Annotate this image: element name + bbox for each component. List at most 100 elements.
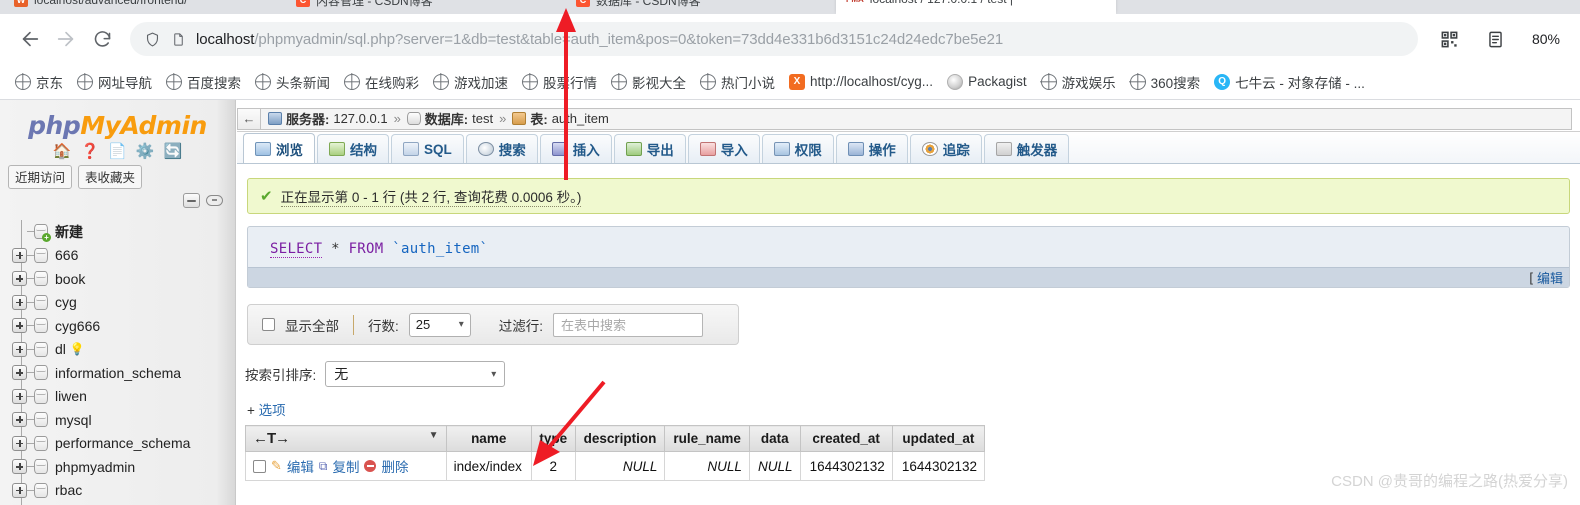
expand-icon[interactable] bbox=[12, 482, 27, 498]
db-tree-item[interactable]: performance_schema bbox=[12, 432, 235, 456]
db-tree-item[interactable]: dl 💡 bbox=[12, 338, 235, 362]
forward-arrow-icon[interactable] bbox=[48, 21, 84, 57]
help-icon[interactable]: ❓ bbox=[80, 144, 99, 159]
sql-query-text[interactable]: SELECT * FROM `auth_item` bbox=[248, 227, 1569, 258]
options-toggle-link[interactable]: + 选项 bbox=[247, 399, 1580, 419]
db-tree-item[interactable]: 666 bbox=[12, 244, 235, 268]
tab-search[interactable]: 搜索 bbox=[465, 134, 538, 163]
link-icon[interactable] bbox=[206, 195, 223, 206]
row-edit-link[interactable]: 编辑 bbox=[287, 456, 314, 476]
row-copy-link[interactable]: 复制 bbox=[332, 456, 359, 476]
table-header-name[interactable]: name bbox=[445, 425, 532, 452]
tab-tracking[interactable]: 追踪 bbox=[909, 134, 982, 163]
db-tree-item-new[interactable]: 新建 bbox=[12, 220, 235, 244]
db-tree-item[interactable]: phpmyadmin bbox=[12, 455, 235, 479]
tab-favorites[interactable]: 表收藏夹 bbox=[78, 165, 143, 189]
expand-icon[interactable] bbox=[12, 365, 27, 381]
breadcrumb-table-value[interactable]: auth_item bbox=[552, 111, 609, 126]
bookmark-item[interactable]: 百度搜索 bbox=[159, 69, 248, 95]
db-tree-item[interactable]: cyg666 bbox=[12, 314, 235, 338]
qrcode-icon[interactable] bbox=[1432, 21, 1468, 57]
document-icon[interactable] bbox=[171, 31, 186, 48]
tab-structure[interactable]: 结构 bbox=[317, 134, 389, 163]
table-header-data[interactable]: data bbox=[748, 425, 801, 452]
collapse-icon[interactable] bbox=[183, 193, 200, 208]
sql-star: * bbox=[331, 241, 340, 257]
database-icon bbox=[34, 365, 48, 381]
row-delete-link[interactable]: 删除 bbox=[381, 456, 408, 476]
tab-operations[interactable]: 操作 bbox=[835, 134, 908, 163]
expand-icon[interactable] bbox=[12, 271, 27, 287]
back-arrow-icon[interactable] bbox=[12, 21, 48, 57]
bookmark-item[interactable]: Q 七牛云 - 对象存储 - ... bbox=[1207, 69, 1372, 95]
browser-tab[interactable]: C 内容管理 - CSDN博客 bbox=[296, 0, 433, 14]
zoom-level-indicator[interactable]: 80% bbox=[1523, 28, 1568, 50]
home-icon[interactable]: 🏠 bbox=[53, 144, 72, 159]
bookmark-item[interactable]: 游戏加速 bbox=[426, 69, 515, 95]
table-header-description[interactable]: description bbox=[574, 425, 666, 452]
tab-triggers[interactable]: 触发器 bbox=[983, 134, 1070, 163]
table-header-rule-name[interactable]: rule_name bbox=[664, 425, 750, 452]
expand-icon[interactable] bbox=[12, 247, 27, 263]
bookmark-item[interactable]: 京东 bbox=[8, 69, 70, 95]
db-tree-item[interactable]: liwen bbox=[12, 385, 235, 409]
bookmark-item[interactable]: 360搜索 bbox=[1123, 69, 1208, 95]
show-all-checkbox[interactable] bbox=[262, 318, 275, 331]
db-tree-item[interactable]: information_schema bbox=[12, 361, 235, 385]
db-tree-item[interactable]: rbac bbox=[12, 479, 235, 503]
table-header-updated-at[interactable]: updated_at bbox=[891, 425, 986, 452]
sql-edit-link[interactable]: 编辑 bbox=[1537, 268, 1563, 287]
expand-icon[interactable] bbox=[12, 294, 27, 310]
table-header-created-at[interactable]: created_at bbox=[799, 425, 893, 452]
browser-tab-active[interactable]: PMA localhost / 127.0.0.1 / test | bbox=[836, 0, 1116, 14]
left-arrow-icon[interactable]: ← bbox=[237, 107, 260, 130]
bookmark-item[interactable]: Xhttp://localhost/cyg... bbox=[782, 71, 940, 93]
settings-icon[interactable]: ⚙️ bbox=[136, 144, 155, 159]
db-tree-item[interactable]: mysql bbox=[12, 408, 235, 432]
tab-privileges[interactable]: 权限 bbox=[761, 134, 834, 163]
row-select-checkbox[interactable] bbox=[253, 459, 266, 473]
reading-list-icon[interactable] bbox=[1478, 21, 1514, 57]
copy-icon[interactable]: ⧉ bbox=[319, 459, 328, 474]
bookmark-item[interactable]: 在线购彩 bbox=[337, 69, 426, 95]
tab-browse[interactable]: 浏览 bbox=[243, 133, 315, 163]
breadcrumb-db-value[interactable]: test bbox=[472, 111, 493, 126]
expand-icon[interactable] bbox=[12, 318, 27, 334]
bookmark-item[interactable]: 头条新闻 bbox=[248, 69, 337, 95]
expand-icon[interactable] bbox=[12, 388, 27, 404]
rows-per-page-select[interactable]: 25 ▾ bbox=[408, 312, 471, 337]
address-bar[interactable]: localhost/phpmyadmin/sql.php?server=1&db… bbox=[130, 22, 1418, 56]
breadcrumb-server-value[interactable]: 127.0.0.1 bbox=[333, 111, 387, 126]
docs-icon[interactable]: 📄 bbox=[108, 144, 127, 159]
tab-import[interactable]: 导入 bbox=[687, 134, 760, 163]
tab-sql[interactable]: SQL bbox=[391, 134, 464, 163]
reload-icon[interactable] bbox=[84, 21, 120, 57]
bookmark-item[interactable]: 热门小说 bbox=[693, 69, 782, 95]
bookmark-item[interactable]: Packagist bbox=[940, 71, 1034, 93]
browser-tab[interactable]: C 数据库 - CSDN博客 bbox=[576, 0, 701, 14]
shield-icon[interactable] bbox=[144, 31, 161, 48]
refresh-icon[interactable]: 🔄 bbox=[164, 144, 183, 159]
delete-icon[interactable] bbox=[364, 460, 377, 472]
db-tree-item[interactable]: book bbox=[12, 267, 235, 291]
tab-export[interactable]: 导出 bbox=[613, 134, 686, 163]
table-header-type[interactable]: type bbox=[530, 425, 576, 452]
bulb-icon: 💡 bbox=[69, 342, 85, 357]
expand-icon[interactable] bbox=[12, 459, 27, 475]
expand-icon[interactable] bbox=[12, 412, 27, 428]
tab-recent[interactable]: 近期访问 bbox=[8, 165, 73, 189]
sort-by-index-select[interactable]: 无 ▾ bbox=[325, 361, 506, 387]
expand-icon[interactable] bbox=[12, 435, 27, 451]
db-tree-item[interactable]: cyg bbox=[12, 291, 235, 315]
expand-icon[interactable] bbox=[12, 341, 27, 357]
bookmark-item[interactable]: 网址导航 bbox=[70, 69, 159, 95]
bookmark-item[interactable]: 游戏娱乐 bbox=[1034, 69, 1123, 95]
pma-logo[interactable]: phpMyAdmin bbox=[0, 100, 235, 140]
bookmark-item[interactable]: 影视大全 bbox=[604, 69, 693, 95]
tab-insert[interactable]: 插入 bbox=[539, 134, 612, 163]
sort-caret-icon[interactable]: ▼ bbox=[429, 430, 439, 441]
filter-rows-input[interactable]: 在表中搜索 bbox=[553, 312, 704, 337]
pencil-icon[interactable]: ✎ bbox=[271, 458, 282, 474]
browser-tab[interactable]: W localhost/advanced/frontend/ bbox=[14, 0, 187, 14]
bookmark-item[interactable]: 股票行情 bbox=[515, 69, 604, 95]
